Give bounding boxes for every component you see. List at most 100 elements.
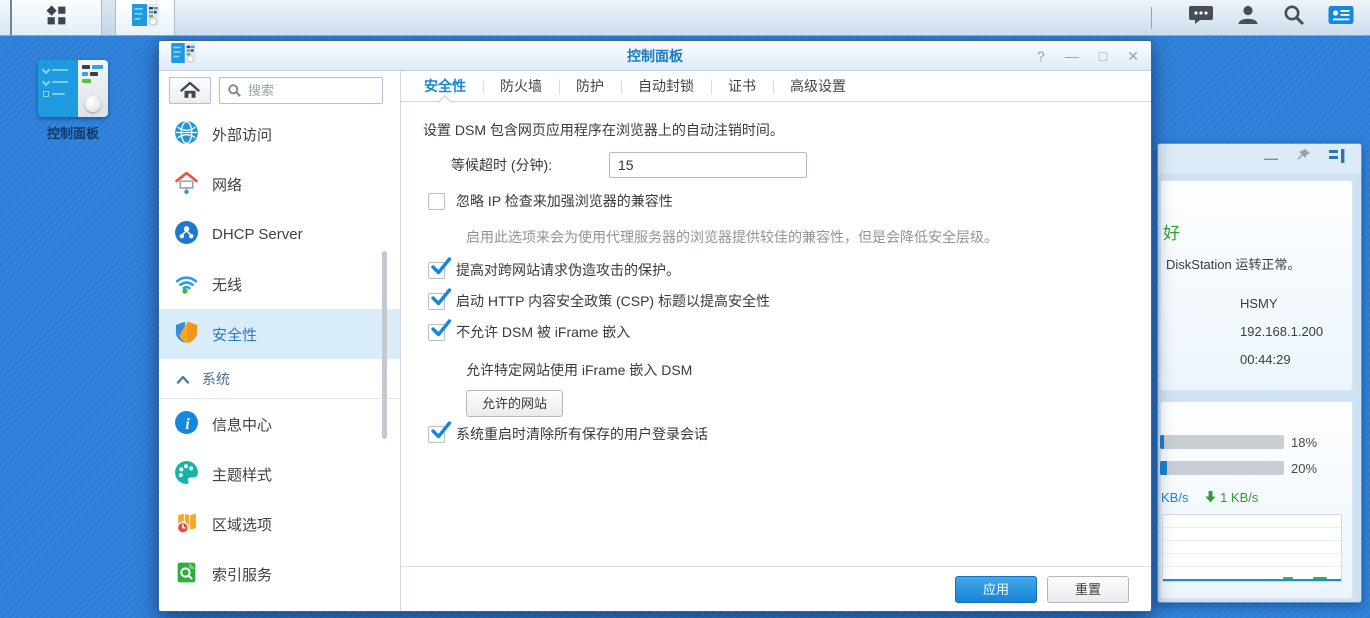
taskbar (0, 0, 1370, 36)
timeout-row: 等候超时 (分钟): (451, 152, 1127, 178)
minimize-button[interactable]: — (1065, 49, 1079, 63)
sidebar-item-dhcp-server[interactable]: DHCP Server (159, 209, 400, 259)
app-grid-icon (45, 4, 68, 32)
taskbar-separator (102, 0, 115, 35)
csrf-checkbox[interactable] (428, 262, 445, 279)
system-health-widget: 好 DiskStation 运转正常。 HSMY 192.168.1.200 0… (1160, 180, 1353, 391)
iframe-allow-label: 允许特定网站使用 iFrame 嵌入 DSM (466, 360, 1127, 380)
info-icon: i (174, 410, 199, 439)
sidebar-item-label: 区域选项 (212, 514, 272, 535)
widget-panel-icon (1328, 5, 1354, 30)
sidebar-item-label: 外部访问 (212, 124, 272, 145)
palette-icon (174, 460, 199, 489)
sidebar-section-system[interactable]: 系统 (159, 359, 400, 399)
sidebar-scrollbar[interactable] (382, 251, 387, 439)
section-intro: 设置 DSM 包含网页应用程序在浏览器上的自动注销时间。 (423, 120, 1127, 140)
security-form: 设置 DSM 包含网页应用程序在浏览器上的自动注销时间。 等候超时 (分钟): … (401, 102, 1151, 566)
form-footer: 应用 重置 (401, 566, 1151, 611)
checkbox-label: 不允许 DSM 被 iFrame 嵌入 (456, 323, 630, 342)
allowed-sites-button[interactable]: 允许的网站 (466, 390, 563, 417)
checkbox-row-ignore-ip: 忽略 IP 检查来加强浏览器的兼容性 (428, 192, 1127, 211)
sidebar-item-security[interactable]: 安全性 (159, 309, 400, 359)
widget-panel: — 好 DiskStation 运转正常。 HSMY 192.168.1.200… (1157, 143, 1362, 603)
tab-advanced[interactable]: 高级设置 (773, 71, 863, 101)
sidebar-item-regional-options[interactable]: 区域选项 (159, 499, 400, 549)
close-button[interactable]: ✕ (1127, 49, 1139, 63)
chevron-up-icon (176, 371, 190, 387)
help-button[interactable]: ? (1037, 49, 1045, 63)
notifications-button[interactable] (1188, 3, 1214, 32)
region-map-clock-icon (174, 510, 199, 539)
tab-certificate[interactable]: 证书 (711, 71, 773, 101)
sidebar-item-info-center[interactable]: i 信息中心 (159, 399, 400, 449)
checkbox-row-csp: 启动 HTTP 内容安全政策 (CSP) 标题以提高安全性 (428, 292, 1127, 311)
content-pane: 安全性 防火墙 防护 自动封锁 证书 高级设置 设置 DSM 包含网页应用程序在… (401, 71, 1151, 611)
tab-firewall[interactable]: 防火墙 (483, 71, 559, 101)
checkbox-row-iframe: 不允许 DSM 被 iFrame 嵌入 (428, 323, 1127, 342)
sidebar-item-network[interactable]: 网络 (159, 159, 400, 209)
down-arrow-icon (1205, 491, 1216, 503)
main-menu-button[interactable] (12, 0, 102, 35)
sidebar-search (219, 77, 383, 104)
cpu-percent: 18% (1291, 435, 1317, 450)
sidebar: 外部访问 网络 (159, 71, 401, 611)
sidebar-item-label: DHCP Server (212, 226, 303, 243)
panel-layout-icon[interactable] (1329, 149, 1345, 168)
ram-percent: 20% (1291, 461, 1317, 476)
desktop-shortcut-control-panel[interactable]: 控制面板 (30, 60, 116, 142)
search-button[interactable] (1282, 3, 1306, 32)
checkbox-label: 启动 HTTP 内容安全政策 (CSP) 标题以提高安全性 (456, 292, 770, 311)
taskbar-edge (0, 0, 12, 35)
timeout-input[interactable] (609, 152, 807, 178)
tray-divider (1151, 7, 1152, 29)
resource-monitor-widget: 18% 20% KB/s 1 KB/s (1160, 401, 1353, 599)
clear-sessions-checkbox[interactable] (428, 426, 445, 443)
sidebar-item-label: 无线 (212, 274, 242, 295)
user-menu-button[interactable] (1236, 3, 1260, 32)
taskbar-spacer (175, 0, 1151, 35)
upload-speed: KB/s (1161, 490, 1188, 505)
control-panel-window: 控制面板 ? — □ ✕ (158, 40, 1152, 612)
checkbox-label: 忽略 IP 检查来加强浏览器的兼容性 (456, 192, 673, 211)
health-status: 好 (1163, 219, 1180, 244)
pin-icon[interactable] (1296, 148, 1311, 168)
window-titlebar[interactable]: 控制面板 ? — □ ✕ (159, 41, 1151, 71)
sidebar-item-label: 安全性 (212, 324, 257, 345)
ignore-ip-checkbox[interactable] (428, 193, 445, 210)
home-icon (180, 81, 200, 99)
tab-security[interactable]: 安全性 (407, 71, 483, 101)
wifi-icon (174, 270, 199, 299)
network-chart (1162, 514, 1342, 582)
reset-button[interactable]: 重置 (1047, 576, 1129, 603)
index-search-icon (174, 560, 199, 589)
cpu-usage-bar (1160, 435, 1284, 449)
sidebar-item-label: 主题样式 (212, 464, 272, 485)
sidebar-item-partial[interactable] (159, 599, 400, 611)
tab-protection[interactable]: 防护 (559, 71, 621, 101)
sidebar-search-input[interactable] (219, 77, 383, 104)
sidebar-section-label: 系统 (202, 369, 230, 389)
csp-checkbox[interactable] (428, 293, 445, 310)
home-button[interactable] (169, 77, 211, 104)
taskbar-control-panel-button[interactable] (115, 0, 175, 35)
person-icon (1236, 3, 1260, 32)
tab-auto-block[interactable]: 自动封锁 (621, 71, 711, 101)
apply-button[interactable]: 应用 (955, 576, 1037, 603)
sidebar-item-theme[interactable]: 主题样式 (159, 449, 400, 499)
maximize-button[interactable]: □ (1099, 49, 1107, 63)
widget-panel-toggle[interactable] (1328, 5, 1354, 30)
svg-text:i: i (185, 415, 190, 432)
timeout-label: 等候超时 (分钟): (451, 155, 609, 175)
sidebar-item-label: 信息中心 (212, 414, 272, 435)
control-panel-icon (132, 4, 159, 31)
sidebar-item-indexing-service[interactable]: 索引服务 (159, 549, 400, 599)
taskbar-tray (1151, 0, 1370, 35)
ip-address-value: 192.168.1.200 (1240, 324, 1323, 339)
widget-minimize-button[interactable]: — (1264, 150, 1278, 166)
allowed-sites-row: 允许的网站 (466, 390, 1127, 417)
sidebar-item-external-access[interactable]: 外部访问 (159, 109, 400, 159)
sidebar-item-wireless[interactable]: 无线 (159, 259, 400, 309)
iframe-checkbox[interactable] (428, 324, 445, 341)
health-message: DiskStation 运转正常。 (1166, 254, 1300, 273)
sidebar-toolbar (159, 71, 400, 109)
